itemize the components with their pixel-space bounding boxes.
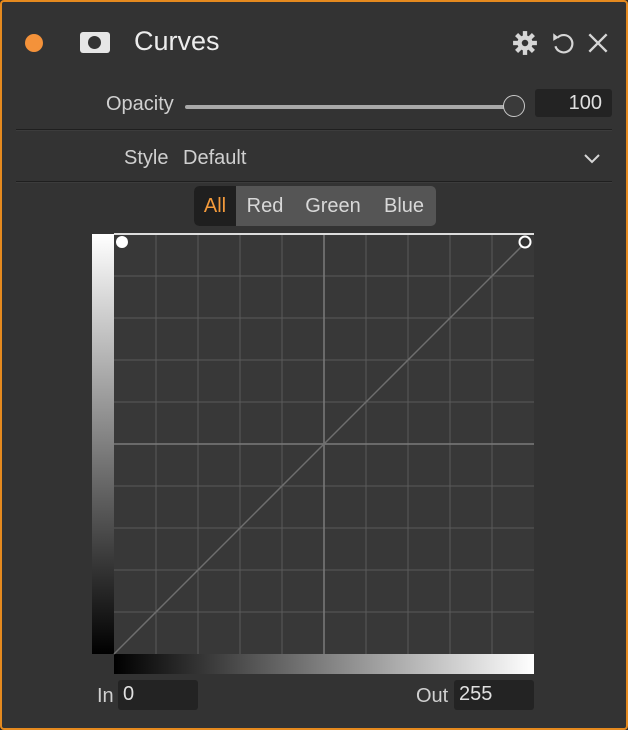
panel-title: Curves: [134, 26, 220, 56]
status-dot-icon[interactable]: [25, 34, 43, 52]
chevron-down-icon[interactable]: [582, 148, 602, 168]
curve-point-white[interactable]: [518, 235, 532, 249]
tab-red[interactable]: Red: [236, 186, 294, 226]
panel-header: Curves: [2, 2, 626, 82]
style-dropdown-value[interactable]: Default: [183, 147, 246, 170]
curve-point-black[interactable]: [116, 236, 128, 248]
tab-blue[interactable]: Blue: [372, 186, 436, 226]
close-icon[interactable]: [585, 30, 611, 56]
in-label: In: [97, 685, 114, 707]
input-gradient-bar: [114, 654, 534, 674]
channel-tabs: All Red Green Blue: [194, 186, 436, 226]
divider: [16, 129, 612, 131]
output-gradient-bar: [92, 234, 114, 654]
gear-icon[interactable]: [512, 30, 538, 56]
tab-green[interactable]: Green: [294, 186, 372, 226]
out-label: Out: [416, 685, 449, 707]
curves-panel: Curves Opacity 100 Style Default All Red…: [0, 0, 628, 730]
opacity-slider-track[interactable]: [185, 105, 515, 109]
undo-icon[interactable]: [550, 30, 576, 56]
curve-graph[interactable]: [92, 232, 536, 676]
opacity-label: Opacity: [106, 93, 174, 115]
opacity-value-field[interactable]: 100: [535, 89, 612, 117]
in-value-field[interactable]: 0: [118, 680, 198, 710]
mask-icon[interactable]: [80, 32, 110, 53]
tab-all[interactable]: All: [194, 186, 236, 226]
divider: [16, 181, 612, 183]
style-label: Style: [124, 147, 169, 169]
opacity-slider-thumb[interactable]: [503, 95, 525, 117]
out-value-field[interactable]: 255: [454, 680, 534, 710]
